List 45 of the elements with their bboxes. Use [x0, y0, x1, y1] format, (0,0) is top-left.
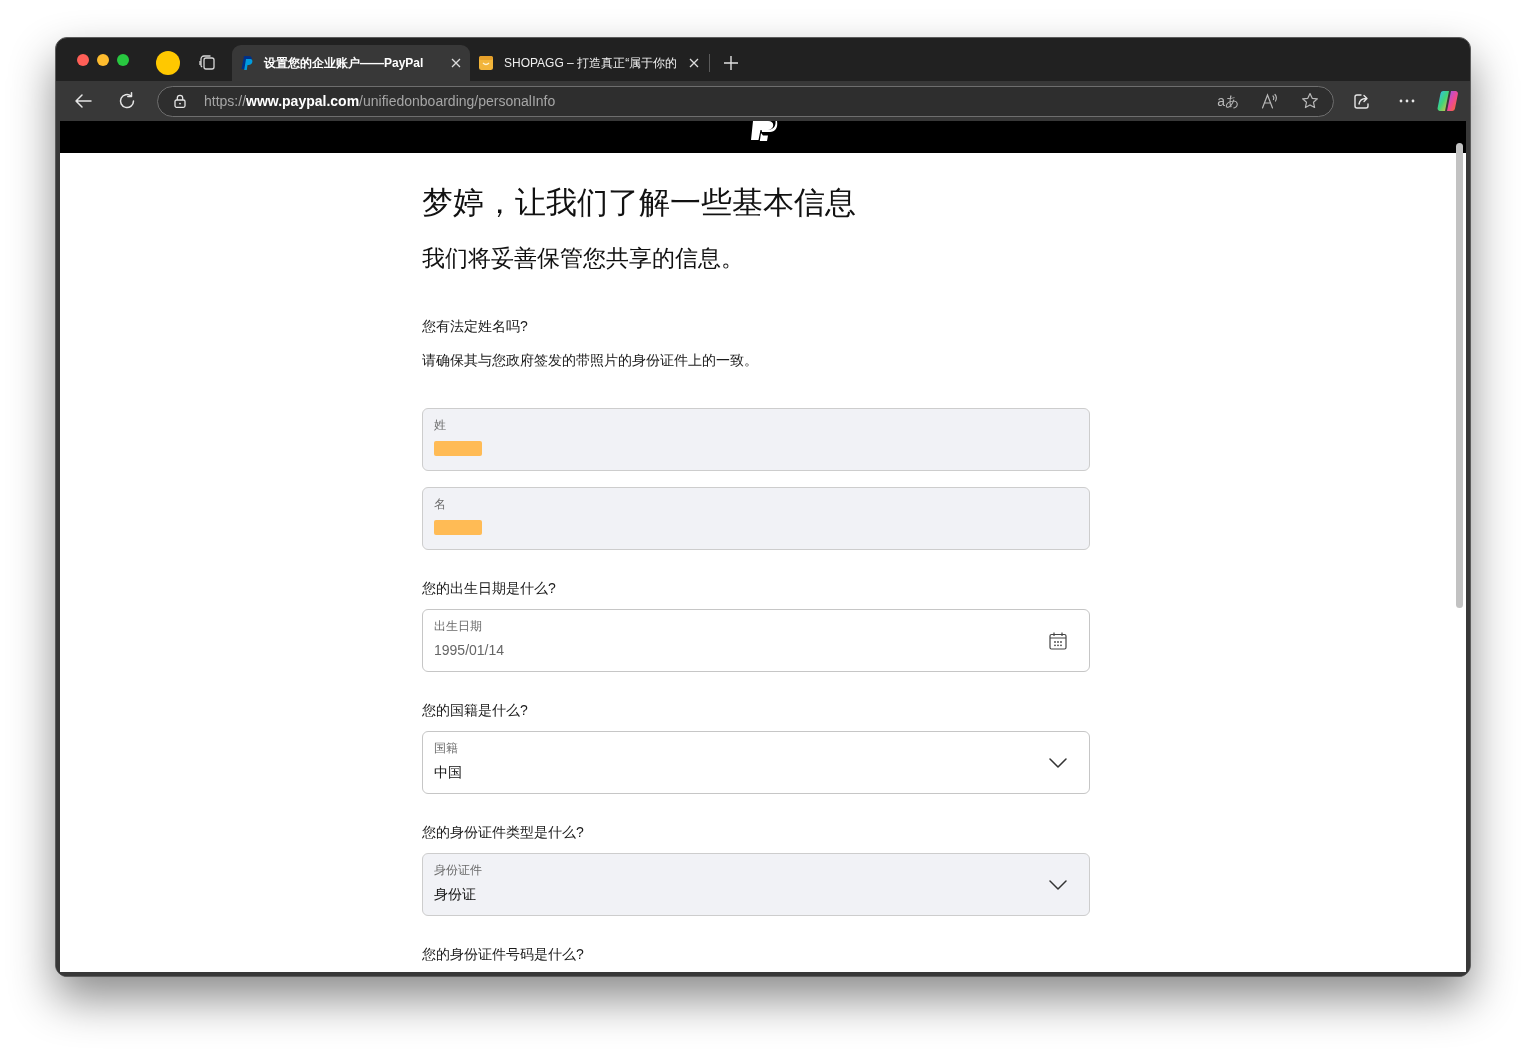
- field-label: 身份证件: [434, 862, 482, 878]
- scrollbar-thumb[interactable]: [1456, 143, 1463, 608]
- translate-button[interactable]: aあ: [1217, 90, 1239, 112]
- tabs-icon[interactable]: [198, 53, 216, 72]
- question-text: 您有法定姓名吗?: [422, 317, 529, 336]
- copilot-icon[interactable]: [1437, 90, 1459, 112]
- favorite-star-icon[interactable]: [1301, 92, 1319, 110]
- question-text: 您的身份证件号码是什么?: [422, 945, 585, 964]
- question-text: 您的出生日期是什么?: [422, 579, 557, 598]
- close-window-icon[interactable]: [77, 53, 89, 66]
- profile-avatar-icon[interactable]: [156, 50, 180, 75]
- close-icon[interactable]: [689, 58, 699, 68]
- chevron-down-icon[interactable]: [1049, 757, 1067, 768]
- logo-icon: [748, 121, 779, 141]
- refresh-icon[interactable]: [118, 92, 136, 110]
- more-icon[interactable]: [1399, 99, 1415, 103]
- close-icon[interactable]: [451, 58, 461, 68]
- field-label: 国籍: [434, 740, 458, 756]
- hint-text: 请确保其与您政府签发的带照片的身份证件上的一致。: [422, 351, 759, 370]
- field-value: 身份证: [434, 885, 476, 904]
- url-text: https://www.paypal.com/unifiedonboarding/personalInfo: [204, 91, 556, 111]
- field-label: 名: [434, 496, 446, 512]
- field-value: 1995/01/14: [434, 641, 505, 660]
- page-subheading: 我们将妥善保管您共享的信息。: [422, 244, 745, 273]
- field-label: 姓: [434, 417, 446, 433]
- back-icon[interactable]: [74, 92, 92, 110]
- question-text: 您的国籍是什么?: [422, 701, 529, 720]
- dropdown[interactable]: 国籍 中国: [422, 731, 1090, 794]
- lock-icon[interactable]: [174, 94, 186, 108]
- plus-icon[interactable]: [724, 55, 738, 70]
- share-icon[interactable]: [1353, 92, 1371, 110]
- maximize-window-icon[interactable]: [117, 53, 129, 66]
- shopping-bag-icon: [479, 56, 493, 70]
- minimize-window-icon[interactable]: [97, 53, 109, 66]
- field-label: 出生日期: [434, 618, 482, 634]
- page-heading: 梦婷，让我们了解一些基本信息: [422, 184, 857, 222]
- field-value: 中国: [434, 763, 462, 782]
- browser-tab[interactable]: 设置您的企业账户——PayPal: [232, 45, 470, 81]
- address-bar[interactable]: https://www.paypal.com/unifiedonboarding/personalInfo aあ: [157, 85, 1334, 117]
- calendar-icon[interactable]: [1049, 631, 1067, 650]
- browser-tab[interactable]: SHOPAGG – 打造真正“属于你的: [470, 45, 705, 81]
- date-field[interactable]: 出生日期 1995/01/14: [422, 609, 1090, 672]
- p-logo-icon: [241, 56, 253, 70]
- question-text: 您的身份证件类型是什么?: [422, 823, 585, 842]
- read-aloud-icon[interactable]: [1261, 92, 1279, 110]
